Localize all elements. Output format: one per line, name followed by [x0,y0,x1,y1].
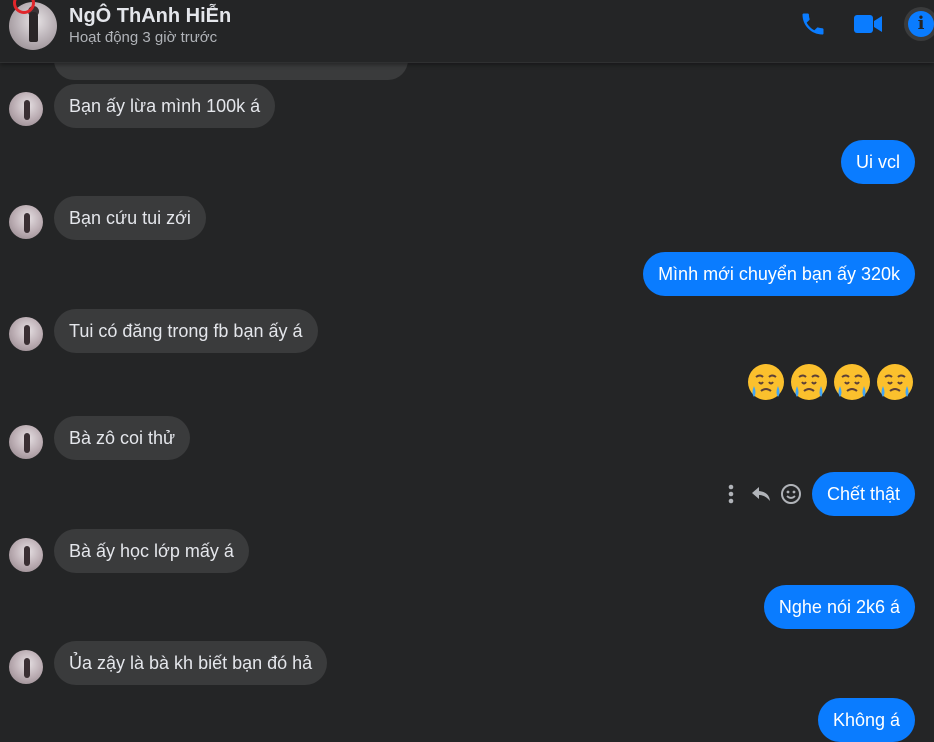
incoming-message[interactable]: Bà ấy học lớp mấy á [54,529,249,573]
crying-face-icon [791,364,827,400]
crying-face-icon [877,364,913,400]
outgoing-message[interactable]: Ui vcl [841,140,915,184]
incoming-message[interactable]: Bạn ấy lừa mình 100k á [54,84,276,128]
info-icon: i [908,11,934,37]
message-actions [720,482,802,506]
audio-call-button[interactable] [797,8,829,40]
contact-avatar[interactable] [9,92,43,126]
contact-avatar[interactable] [9,425,43,459]
video-camera-icon [854,15,882,33]
active-status-text: Hoạt động 3 giờ trước [69,29,218,46]
crying-face-icon [748,364,784,400]
reply-icon[interactable] [750,483,772,505]
phone-icon [802,13,824,35]
conversation-info-button[interactable]: i [905,8,934,40]
outgoing-message[interactable]: Mình mới chuyển bạn ấy 320k [643,252,915,296]
contact-avatar[interactable] [9,317,43,351]
message-thread: Bạn ấy lừa mình 100k á Ui vcl Bạn cứu tu… [0,0,934,742]
react-smiley-icon[interactable] [780,483,802,505]
more-options-icon[interactable] [720,483,742,505]
emoji-message[interactable] [746,362,915,402]
outgoing-message[interactable]: Chết thật [811,472,915,516]
video-call-button[interactable] [852,8,884,40]
outgoing-message[interactable]: Nghe nói 2k6 á [763,585,915,629]
contact-name[interactable]: NgÔ ThAnh HiỄn [69,5,231,28]
contact-avatar[interactable] [9,538,43,572]
incoming-message[interactable]: Tui có đăng trong fb bạn ấy á [54,309,318,353]
incoming-message[interactable]: Bạn cứu tui zới [54,196,206,240]
contact-avatar[interactable] [9,650,43,684]
conversation-header: NgÔ ThAnh HiỄn Hoạt động 3 giờ trước i [0,0,934,63]
incoming-message[interactable]: Bà zô coi thử [54,416,191,460]
outgoing-message[interactable]: Không á [817,698,915,742]
incoming-message[interactable]: Ủa zậy là bà kh biết bạn đó hả [54,641,328,685]
avatar-figure-body [29,12,38,42]
crying-face-icon [834,364,870,400]
contact-avatar[interactable] [9,205,43,239]
